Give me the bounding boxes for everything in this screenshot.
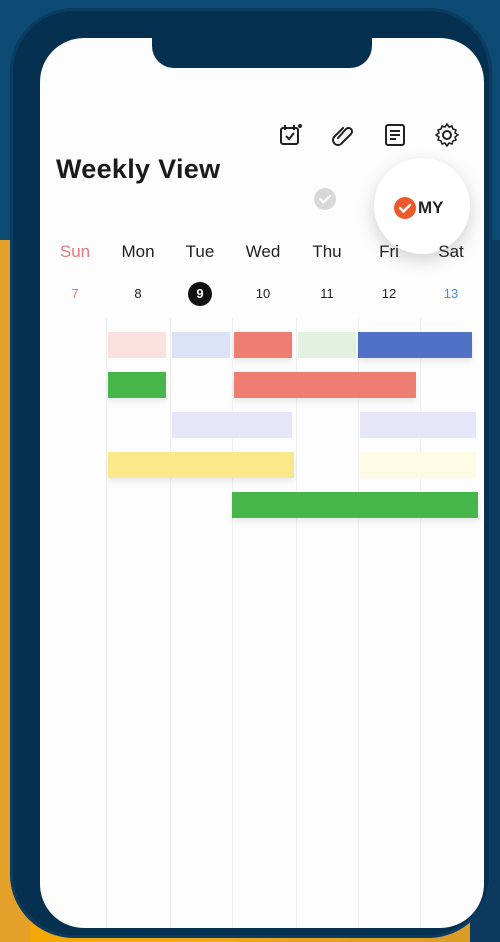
grid-divider [296, 318, 297, 928]
day-name: Tue [185, 242, 215, 261]
grid-divider [106, 318, 107, 928]
day-column-sat[interactable]: Sat 13 [420, 238, 482, 306]
phone-frame: Weekly View MY Sun 7 Mon 8 Tue 9 Wed 10 … [10, 8, 492, 938]
day-name: Mon [121, 242, 155, 261]
event-block[interactable] [360, 452, 476, 478]
day-date: 12 [381, 286, 397, 301]
gear-icon[interactable] [434, 122, 460, 148]
grid-divider [232, 318, 233, 928]
event-block[interactable] [108, 452, 294, 478]
calendar-add-icon[interactable] [278, 122, 304, 148]
my-filter-label: MY [418, 198, 444, 217]
day-column-mon[interactable]: Mon 8 [107, 238, 169, 306]
phone-notch [152, 38, 372, 68]
day-column-wed[interactable]: Wed 10 [232, 238, 294, 306]
day-name: Sat [438, 242, 464, 261]
day-column-sun[interactable]: Sun 7 [44, 238, 106, 306]
event-block[interactable] [108, 332, 166, 358]
event-block[interactable] [234, 372, 416, 398]
page-title: Weekly View [56, 154, 221, 184]
app-screen: Weekly View MY Sun 7 Mon 8 Tue 9 Wed 10 … [40, 38, 484, 928]
day-date: 8 [134, 286, 142, 301]
event-block[interactable] [172, 412, 292, 438]
day-date: 11 [320, 286, 334, 301]
event-block[interactable] [172, 332, 230, 358]
check-circle-icon [394, 197, 416, 219]
toolbar [278, 122, 462, 148]
event-block[interactable] [108, 372, 166, 398]
grid-divider [420, 318, 421, 928]
day-name: Wed [245, 242, 281, 261]
week-header: Sun 7 Mon 8 Tue 9 Wed 10 Thu 11 Fri 12 S… [40, 238, 484, 318]
grid-divider [358, 318, 359, 928]
day-date: 13 [443, 286, 459, 301]
event-block[interactable] [360, 412, 476, 438]
day-name: Fri [379, 242, 399, 261]
day-name: Thu [312, 242, 342, 261]
grid-divider [170, 318, 171, 928]
check-icon[interactable] [314, 188, 336, 210]
day-column-fri[interactable]: Fri 12 [358, 238, 420, 306]
day-date: 10 [255, 286, 271, 301]
today-date-badge: 9 [188, 282, 212, 306]
day-name: Sun [59, 242, 91, 261]
paperclip-icon[interactable] [330, 122, 356, 148]
day-column-tue[interactable]: Tue 9 [169, 238, 231, 306]
notes-icon[interactable] [382, 122, 408, 148]
event-block[interactable] [298, 332, 356, 358]
event-block[interactable] [232, 492, 478, 518]
event-block[interactable] [358, 332, 472, 358]
day-date: 7 [71, 286, 79, 301]
event-block[interactable] [234, 332, 292, 358]
day-column-thu[interactable]: Thu 11 [296, 238, 358, 306]
